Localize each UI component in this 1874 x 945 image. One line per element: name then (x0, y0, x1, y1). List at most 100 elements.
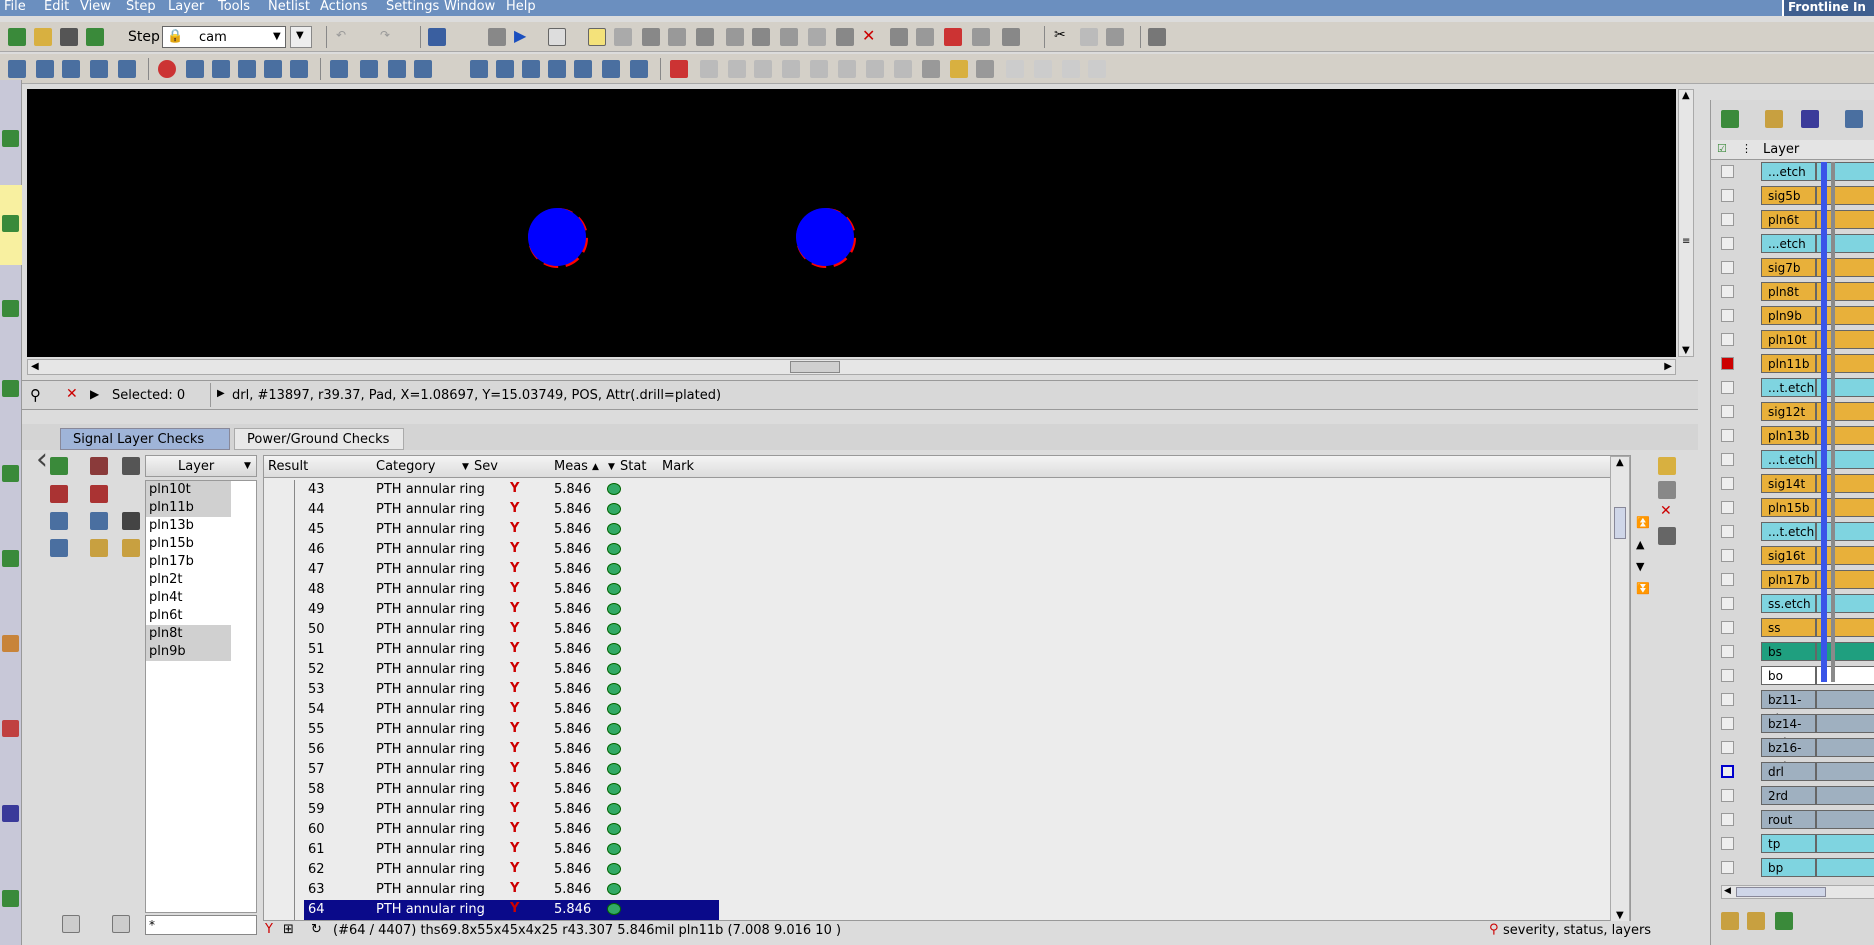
menu-window[interactable]: Window (444, 0, 495, 14)
col-result[interactable]: Result (268, 459, 308, 474)
mirror-icon[interactable] (238, 60, 256, 78)
text-a-icon[interactable] (496, 60, 514, 78)
table-row[interactable]: 49 PTH annular ring Y 5.846 (264, 600, 1610, 620)
clear-selection-icon[interactable]: ✕ (66, 386, 78, 402)
menu-step[interactable]: Step (126, 0, 156, 14)
step-menu-button[interactable]: ▼ (290, 26, 312, 48)
align-icon[interactable] (360, 60, 378, 78)
layer-list-item[interactable]: pln11b (146, 499, 231, 517)
layer-visible-checkbox[interactable] (1721, 381, 1734, 394)
status-icon[interactable] (607, 583, 621, 595)
filter-icon[interactable]: ⚲ (30, 386, 41, 404)
status-icon[interactable] (607, 843, 621, 855)
move-icon[interactable] (726, 28, 744, 46)
layer-visible-checkbox[interactable] (1721, 549, 1734, 562)
layer-visible-checkbox[interactable] (1721, 573, 1734, 586)
select-area-icon[interactable] (614, 28, 632, 46)
pad-drill[interactable] (528, 208, 586, 266)
filter-visible-icon[interactable] (50, 457, 68, 475)
layer-hscroll-thumb[interactable] (1736, 887, 1826, 897)
table-row[interactable]: 45 PTH annular ring Y 5.846 (264, 520, 1610, 540)
layer-visible-checkbox[interactable] (1721, 477, 1734, 490)
status-icon[interactable] (607, 723, 621, 735)
import-icon[interactable] (2, 130, 19, 147)
layer-row[interactable]: bz14-12b (1761, 714, 1816, 750)
table-row[interactable]: 64 PTH annular ring Y 5.846 (264, 900, 1610, 920)
filter-icon[interactable]: ▼ (608, 462, 615, 472)
snap-f-icon[interactable] (838, 60, 856, 78)
stop-icon[interactable] (158, 60, 176, 78)
layer-tool-a-icon[interactable] (1721, 912, 1739, 930)
table-row[interactable]: 55 PTH annular ring Y 5.846 (264, 720, 1610, 740)
copy-icon[interactable] (1080, 28, 1098, 46)
pad-drill-selected[interactable] (796, 208, 854, 266)
status-icon[interactable] (607, 523, 621, 535)
fit-icon[interactable] (112, 915, 130, 933)
layer-filter-input[interactable]: * (145, 915, 257, 935)
pen-icon[interactable] (36, 60, 54, 78)
layer-row[interactable]: ...etch (1761, 162, 1816, 181)
layer-visible-checkbox[interactable] (1721, 693, 1734, 706)
menu-view[interactable]: View (80, 0, 111, 14)
layer-list-item[interactable]: pln13b (146, 517, 256, 535)
menu-tools[interactable]: Tools (218, 0, 250, 14)
menu-layer[interactable]: Layer (168, 0, 204, 14)
snap-g-icon[interactable] (866, 60, 884, 78)
table-row[interactable]: 48 PTH annular ring Y 5.846 (264, 580, 1610, 600)
table-row[interactable]: 61 PTH annular ring Y 5.846 (264, 840, 1610, 860)
analysis-icon[interactable] (2, 465, 19, 482)
layer-visible-checkbox[interactable] (1721, 669, 1734, 682)
layer-visible-checkbox[interactable] (1721, 837, 1734, 850)
column-lock-icon[interactable]: ⋮ (1741, 142, 1752, 155)
highlight-icon[interactable] (90, 457, 108, 475)
scroll-down-icon[interactable]: ▼ (1616, 910, 1624, 921)
hscroll-thumb[interactable] (790, 361, 840, 373)
search-icon[interactable] (588, 28, 606, 46)
table-row[interactable]: 53 PTH annular ring Y 5.846 (264, 680, 1610, 700)
status-icon[interactable] (607, 823, 621, 835)
keyboard-icon[interactable] (1148, 28, 1166, 46)
snap-a-icon[interactable] (700, 60, 718, 78)
report-icon[interactable] (488, 28, 506, 46)
layer-row[interactable]: ss.etch (1761, 594, 1816, 613)
grid-select-icon[interactable] (90, 512, 108, 530)
net-icon[interactable] (696, 28, 714, 46)
table-row[interactable]: 57 PTH annular ring Y 5.846 (264, 760, 1610, 780)
snap-k-icon[interactable] (1006, 60, 1024, 78)
angle-icon[interactable] (388, 60, 406, 78)
diagonal-icon[interactable] (414, 60, 432, 78)
layer-row[interactable]: bs (1761, 642, 1816, 661)
tab-signal-layer-checks[interactable]: Signal Layer Checks (60, 428, 230, 450)
table-row[interactable]: 54 PTH annular ring Y 5.846 (264, 700, 1610, 720)
layer-visible-checkbox[interactable] (1721, 597, 1734, 610)
snap-d-icon[interactable] (782, 60, 800, 78)
netlist-icon[interactable] (2, 300, 19, 317)
chevron-down-icon[interactable]: ▼ (244, 461, 251, 471)
measure-tool-icon[interactable] (50, 539, 68, 557)
filter-red-icon[interactable] (90, 485, 108, 503)
table-row[interactable]: 43 PTH annular ring Y 5.846 (264, 480, 1610, 500)
layer-visible-checkbox[interactable] (1721, 261, 1734, 274)
layer-row[interactable]: ...t.etch (1761, 522, 1816, 541)
layer-visible-checkbox[interactable] (1721, 717, 1734, 730)
layer-row[interactable]: sig14t (1761, 474, 1816, 493)
route-icon[interactable] (62, 60, 80, 78)
grid-vscroll[interactable]: ▲ ▼ (1610, 456, 1630, 922)
delete-icon[interactable]: ✕ (862, 26, 875, 45)
layer-visible-checkbox[interactable] (1721, 429, 1734, 442)
layer-visible-checkbox[interactable] (1721, 285, 1734, 298)
layer-tool-b-icon[interactable] (1747, 912, 1765, 930)
status-icon[interactable] (607, 603, 621, 615)
scroll-up-icon[interactable]: ▲ (1682, 90, 1690, 101)
text-b-icon[interactable] (522, 60, 540, 78)
menu-actions[interactable]: Actions (320, 0, 368, 14)
menu-settings[interactable]: Settings (386, 0, 439, 14)
status-icon[interactable] (607, 883, 621, 895)
export-icon[interactable] (1658, 481, 1676, 499)
play-icon[interactable]: ▶ (514, 26, 526, 45)
table-row[interactable]: 59 PTH annular ring Y 5.846 (264, 800, 1610, 820)
layer-visible-checkbox[interactable] (1721, 333, 1734, 346)
pencil-icon[interactable] (1658, 457, 1676, 475)
status-icon[interactable] (607, 863, 621, 875)
layer-visible-checkbox[interactable] (1721, 237, 1734, 250)
